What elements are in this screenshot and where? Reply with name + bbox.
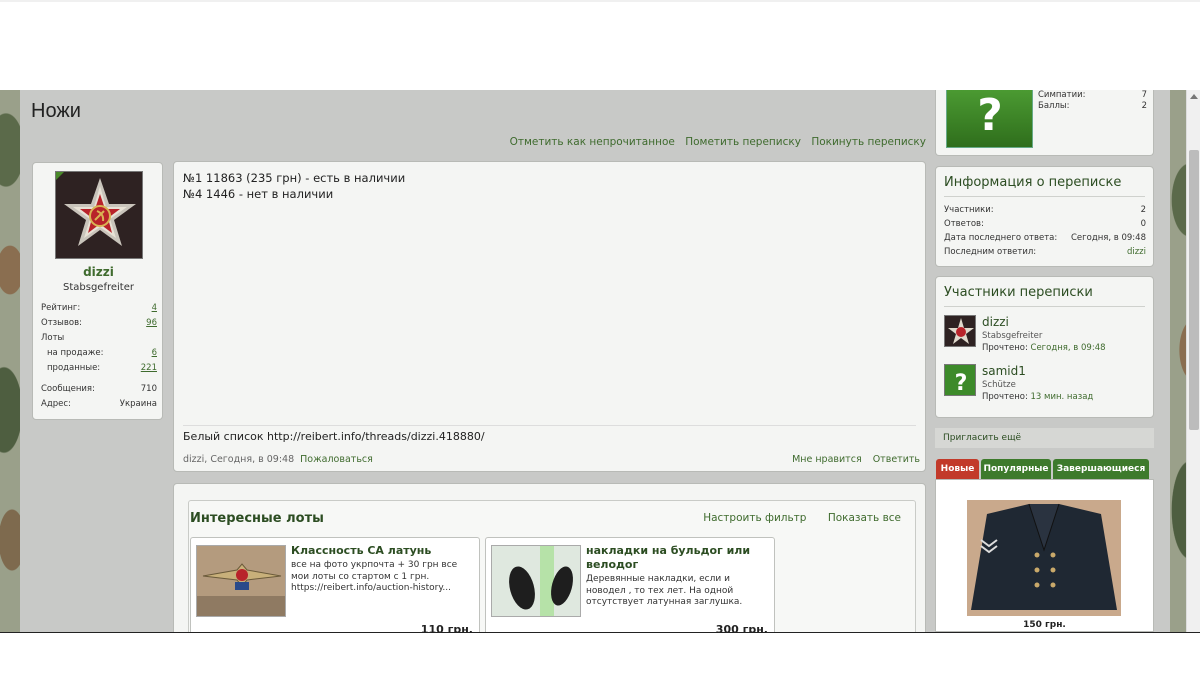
leave-conversation-link[interactable]: Покинуть переписку [811, 136, 926, 148]
participant-read: Прочтено: 13 мин. назад [982, 392, 1094, 402]
likes-label: Симпатии: [1038, 90, 1086, 100]
stat-messages: Сообщения: 710 [41, 384, 157, 394]
bottom-blank-area [0, 632, 1200, 674]
author-rank: Stabsgefreiter [63, 282, 134, 293]
order-star-image [945, 316, 975, 346]
lot-description: Деревянные накладки, если и новодел , то… [586, 574, 743, 607]
message-meta: dizzi, Сегодня, в 09:48 Пожаловаться [183, 454, 373, 465]
points-label: Баллы: [1038, 101, 1070, 111]
participants-title: Участники переписки [944, 285, 1093, 300]
stat-rating: Рейтинг: 4 [41, 303, 157, 313]
message-body: №1 11863 (235 грн) - есть в наличии №4 1… [173, 161, 926, 472]
lots-tabs: Новые Популярные Завершающиеся [935, 459, 1154, 479]
conversation-actions: Отметить как непрочитанное Пометить пере… [503, 136, 926, 148]
jacket-photo [967, 500, 1121, 616]
lot-thumbnail[interactable] [196, 545, 286, 617]
message-line: №4 1446 - нет в наличии [183, 187, 334, 201]
divider [944, 196, 1145, 197]
lot-description: все на фото укрпочта + 30 грн все мои ло… [291, 560, 458, 593]
participants-panel: Участники переписки dizzi Stabsgefreiter… [935, 276, 1154, 418]
lots-links: Настроить фильтр Показать все [685, 512, 901, 524]
info-title: Информация о переписке [944, 175, 1122, 190]
top-blank-area [0, 0, 1200, 90]
page-scrollbar[interactable] [1186, 90, 1200, 632]
participant-name[interactable]: samid1 [982, 364, 1026, 378]
participant-rank: Stabsgefreiter [982, 331, 1043, 341]
info-row: Ответов: 0 [944, 219, 1146, 229]
lot-card[interactable]: накладки на бульдог или велодог Деревянн… [485, 537, 775, 637]
lot-thumbnail[interactable] [491, 545, 581, 617]
question-mark-icon: ? [945, 365, 975, 396]
report-link[interactable]: Пожаловаться [300, 454, 373, 465]
tab-popular[interactable]: Популярные [981, 459, 1051, 479]
lot-card[interactable]: Классность СА латунь все на фото укрпочт… [190, 537, 480, 637]
svg-text:?: ? [955, 371, 968, 396]
message-date[interactable]: dizzi, Сегодня, в 09:48 [183, 454, 294, 465]
lots-panel: Интересные лоты Настроить фильтр Показат… [173, 483, 926, 643]
info-row: Участники: 2 [944, 205, 1146, 215]
author-name[interactable]: dizzi [33, 265, 164, 279]
user-badge-panel: ? Симпатии: 7 Баллы: 2 [935, 90, 1154, 156]
participant-rank: Schütze [982, 380, 1016, 390]
featured-lot-image[interactable] [967, 500, 1121, 616]
mark-unread-link[interactable]: Отметить как непрочитанное [510, 136, 675, 148]
message-text: №1 11863 (235 грн) - есть в наличии №4 1… [183, 170, 405, 202]
order-star-image [56, 172, 142, 258]
lot-title[interactable]: накладки на бульдог или велодог [586, 544, 768, 572]
online-indicator [56, 172, 64, 180]
tab-content: 150 грн. [935, 479, 1154, 632]
lots-block: Интересные лоты Настроить фильтр Показат… [188, 500, 916, 640]
invite-link[interactable]: Пригласить ещё [943, 433, 1021, 443]
like-link[interactable]: Мне нравится [792, 454, 862, 465]
svg-text:?: ? [977, 90, 1003, 141]
info-row: Дата последнего ответа: Сегодня, в 09:48 [944, 233, 1146, 243]
avatar[interactable] [55, 171, 143, 259]
signature-divider [183, 425, 916, 426]
grips-photo [492, 546, 580, 616]
stat-on-sale: на продаже: 6 [47, 348, 157, 358]
question-mark-icon: ? [977, 90, 1003, 141]
screenshot: Ножи Отметить как непрочитанное Пометить… [0, 0, 1200, 674]
conversation-info-panel: Информация о переписке Участники: 2 Ответ… [935, 166, 1154, 267]
last-replier-link[interactable]: dizzi [1127, 247, 1146, 257]
points-value: 2 [1141, 101, 1147, 111]
scroll-thumb[interactable] [1189, 150, 1199, 430]
signature: Белый список http://reibert.info/threads… [183, 430, 485, 443]
tab-ending[interactable]: Завершающиеся [1053, 459, 1149, 479]
page-title: Ножи [31, 100, 81, 122]
message-line: №1 11863 (235 грн) - есть в наличии [183, 171, 406, 185]
participant-avatar[interactable] [944, 315, 976, 347]
scroll-up-arrow-icon[interactable] [1190, 94, 1198, 99]
likes-value: 7 [1141, 90, 1147, 100]
featured-lot-price: 150 грн. [1023, 620, 1066, 630]
tab-new[interactable]: Новые [936, 459, 979, 479]
info-row: Последним ответил: dizzi [944, 247, 1146, 257]
star-conversation-link[interactable]: Пометить переписку [685, 136, 801, 148]
lots-title: Интересные лоты [190, 511, 324, 526]
participant-name[interactable]: dizzi [982, 315, 1009, 329]
stat-address: Адрес: Украина [41, 399, 157, 409]
reply-link[interactable]: Ответить [873, 454, 920, 465]
participant-item: dizzi Stabsgefreiter Прочтено: Сегодня, … [944, 315, 1149, 359]
stat-reviews: Отзывов: 96 [41, 318, 157, 328]
stat-lots: Лоты [41, 333, 65, 343]
show-all-link[interactable]: Показать все [828, 512, 901, 524]
question-avatar[interactable]: ? [946, 90, 1033, 148]
participant-read: Прочтено: Сегодня, в 09:48 [982, 343, 1106, 353]
stat-sold: проданные: 221 [47, 363, 157, 373]
lot-title[interactable]: Классность СА латунь [291, 544, 473, 558]
badge-photo [197, 546, 285, 616]
page-container: Ножи Отметить как непрочитанное Пометить… [20, 90, 1170, 643]
filter-link[interactable]: Настроить фильтр [703, 512, 806, 524]
author-card: dizzi Stabsgefreiter Рейтинг: 4 Отзывов: 9… [32, 162, 163, 420]
invite-bar: Пригласить ещё [935, 428, 1154, 448]
participant-item: ? samid1 Schütze Прочтено: 13 мин. назад [944, 364, 1149, 408]
message-actions: Мне нравится Ответить [784, 454, 920, 465]
participant-avatar[interactable]: ? [944, 364, 976, 396]
divider [944, 306, 1145, 307]
